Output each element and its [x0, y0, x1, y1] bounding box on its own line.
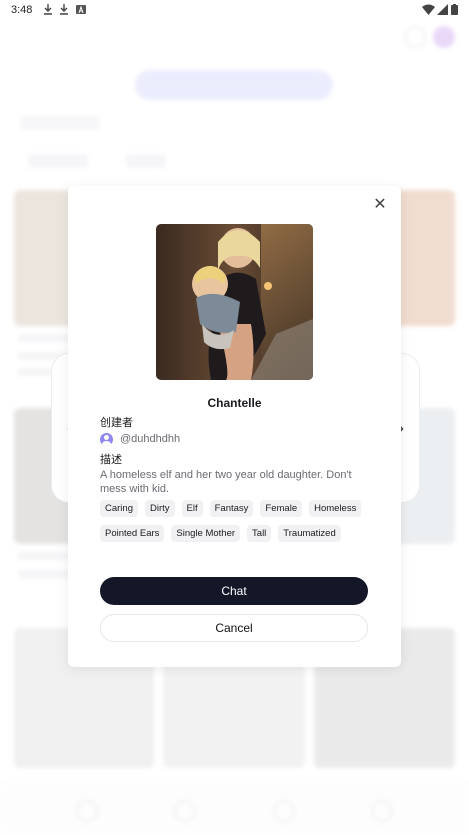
character-portrait — [156, 224, 313, 380]
signal-icon — [437, 4, 448, 15]
character-dialog: ✕ Chantelle 创建者 @duhdhdhh 描述 A homeless … — [68, 186, 401, 667]
close-icon[interactable]: ✕ — [371, 196, 389, 214]
tag-chip: Caring — [100, 500, 138, 517]
download-icon — [60, 4, 68, 15]
tag-chip: Single Mother — [171, 525, 241, 542]
creator-handle[interactable]: @duhdhdhh — [120, 433, 180, 445]
status-time: 3:48 — [11, 4, 33, 16]
character-portrait-image — [156, 224, 313, 380]
tag-chip: Traumatized — [278, 525, 341, 542]
character-description: A homeless elf and her two year old daug… — [100, 469, 352, 495]
creator-avatar — [100, 432, 113, 446]
tag-chip: Tall — [247, 525, 272, 542]
character-name: Chantelle — [207, 396, 262, 410]
tag-chip: Dirty — [145, 500, 175, 517]
tag-chip: Pointed Ears — [100, 525, 165, 542]
wifi-icon — [422, 4, 435, 15]
tag-chip: Homeless — [309, 500, 362, 517]
battery-icon — [451, 4, 458, 15]
tag-chip: Elf — [181, 500, 203, 517]
description-label: 描述 — [100, 454, 122, 466]
tag-chip: Female — [260, 500, 303, 517]
creator-label: 创建者 — [100, 417, 133, 429]
status-bar: 3:48 — [0, 0, 469, 22]
download-icon — [44, 4, 52, 15]
text-a-icon — [76, 5, 86, 14]
cancel-button[interactable]: Cancel — [100, 614, 368, 642]
tag-chip: Fantasy — [209, 500, 254, 517]
tag-list: Caring Dirty Elf Fantasy Female Homeless… — [100, 500, 380, 542]
chat-button[interactable]: Chat — [100, 577, 368, 605]
creator-row[interactable]: @duhdhdhh — [100, 432, 180, 446]
